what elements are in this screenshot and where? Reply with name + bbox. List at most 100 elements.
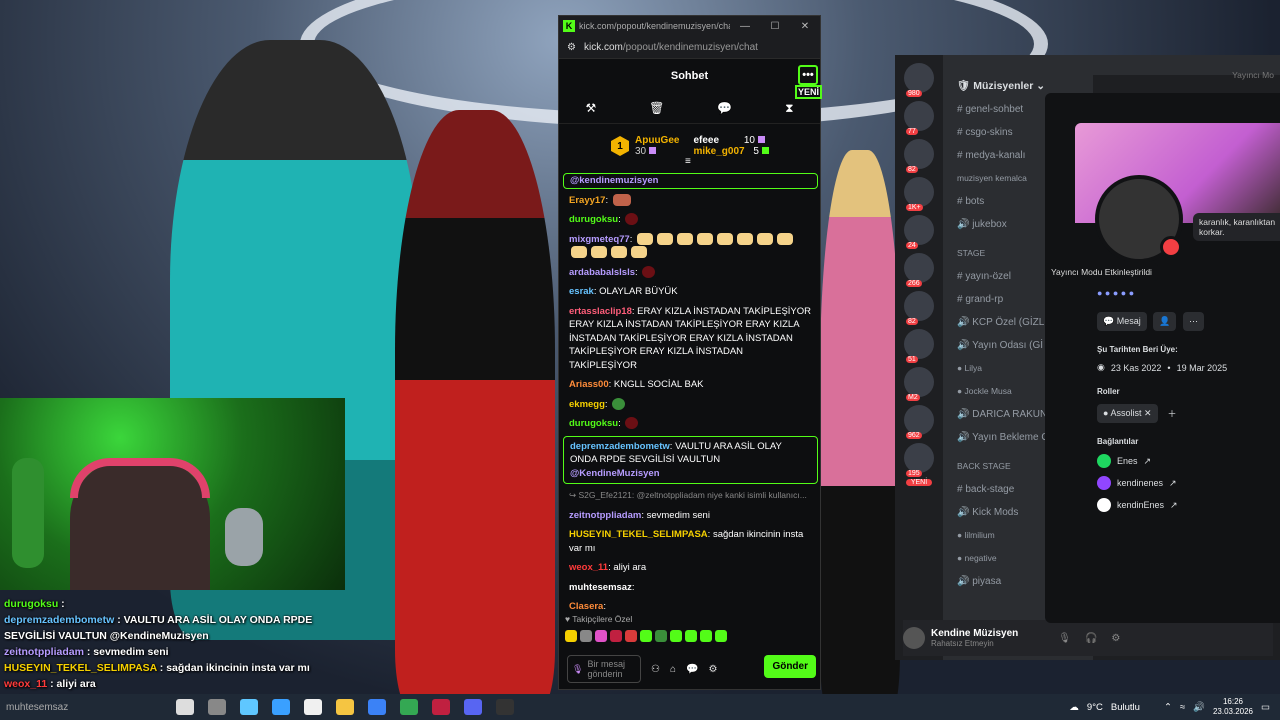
chat-username[interactable]: weox_11 xyxy=(569,562,608,573)
headphones-icon[interactable]: 🎧 xyxy=(1085,633,1097,644)
emote-icon[interactable] xyxy=(640,630,652,642)
emote-icon[interactable] xyxy=(642,265,656,278)
settings-gear-icon[interactable]: ⚙ xyxy=(708,664,717,675)
emote-icon[interactable] xyxy=(717,232,734,245)
chevron-up-icon[interactable]: ⌃ xyxy=(1164,702,1172,713)
emote-icon[interactable] xyxy=(685,630,697,642)
minimize-icon[interactable]: — xyxy=(730,21,760,32)
emote-icon[interactable] xyxy=(625,417,639,430)
gift-icon[interactable]: ⚇ xyxy=(651,664,660,675)
emote-icon[interactable] xyxy=(580,630,592,642)
emote-icon[interactable] xyxy=(655,630,667,642)
app-icon[interactable] xyxy=(432,699,450,715)
add-role-icon[interactable]: ＋ xyxy=(1168,407,1177,420)
store-icon[interactable]: ⌂ xyxy=(670,664,676,675)
chat-username[interactable]: ardababalslsls xyxy=(569,267,635,278)
emote-icon[interactable] xyxy=(700,630,712,642)
wifi-icon[interactable]: ≈ xyxy=(1180,702,1185,713)
microphone-icon[interactable]: 🎙 xyxy=(572,664,583,675)
server-icon[interactable]: 962 xyxy=(904,405,934,439)
chat-username[interactable]: Ariass00 xyxy=(569,379,609,390)
chat-username[interactable]: durugoksu xyxy=(569,418,618,429)
emote-icon[interactable] xyxy=(612,397,626,410)
avatar[interactable] xyxy=(903,627,925,649)
chat-username[interactable]: mixgmeteq77 xyxy=(569,234,630,245)
leader-name[interactable]: mike_g007 xyxy=(693,146,744,157)
server-icon[interactable]: M2 xyxy=(904,367,934,401)
volume-icon[interactable]: 🔊 xyxy=(1193,702,1205,713)
server-icon[interactable]: 77 xyxy=(904,101,934,135)
explorer-icon[interactable] xyxy=(336,699,354,715)
emote-icon[interactable] xyxy=(670,630,682,642)
role-pill[interactable]: ● Assolist ✕ xyxy=(1097,404,1158,423)
chat-username[interactable]: HUSEYIN_TEKEL_SELIMPASA xyxy=(569,529,708,540)
emote-icon[interactable] xyxy=(625,630,637,642)
chat-username[interactable]: zeitnotppliadam xyxy=(569,510,641,521)
emote-icon[interactable] xyxy=(777,232,794,245)
server-icon[interactable]: 1K+ xyxy=(904,177,934,211)
store-icon[interactable] xyxy=(304,699,322,715)
emote-icon[interactable] xyxy=(677,232,694,245)
connection-name[interactable]: Enes xyxy=(1117,456,1138,466)
leader-name[interactable]: efeee xyxy=(693,135,719,146)
chat-bubble-icon[interactable]: 💬 xyxy=(717,101,732,115)
discord-icon[interactable] xyxy=(464,699,482,715)
chat-username[interactable]: ekmegg xyxy=(569,399,605,410)
emote-icon[interactable] xyxy=(625,213,639,226)
emote-icon[interactable] xyxy=(657,232,674,245)
chat-username[interactable]: durugoksu xyxy=(569,214,618,225)
mic-icon[interactable]: 🎙 xyxy=(1058,633,1071,644)
server-icon[interactable]: 51 xyxy=(904,329,934,363)
mail-icon[interactable] xyxy=(368,699,386,715)
server-icon[interactable]: 82 xyxy=(904,139,934,173)
emote-icon[interactable] xyxy=(611,246,627,259)
emote-icon[interactable] xyxy=(591,246,607,259)
server-icon[interactable]: 266 xyxy=(904,253,934,287)
trash-icon[interactable]: 🗑 xyxy=(649,101,664,115)
emote-icon[interactable] xyxy=(631,246,647,259)
emote-icon[interactable] xyxy=(565,630,577,642)
chat-username[interactable]: Clasera xyxy=(569,601,603,611)
search-icon[interactable] xyxy=(176,699,194,715)
maximize-icon[interactable]: ☐ xyxy=(760,21,790,32)
emote-icon[interactable] xyxy=(637,232,654,245)
emote-icon[interactable] xyxy=(737,232,754,245)
message-input[interactable]: 🎙 Bir mesaj gönderin xyxy=(567,655,641,683)
message-button[interactable]: 💬 Mesaj xyxy=(1097,312,1147,331)
emote-icon[interactable] xyxy=(610,630,622,642)
weather-text[interactable]: Bulutlu xyxy=(1111,702,1140,713)
reply-preview[interactable]: ↪ S2G_Efe2121: @zeltnotppliadam niye kan… xyxy=(559,486,822,506)
edge-icon[interactable] xyxy=(272,699,290,715)
close-icon[interactable]: ✕ xyxy=(790,21,820,32)
chrome-icon[interactable] xyxy=(400,699,418,715)
send-button[interactable]: Gönder xyxy=(764,655,816,678)
connection-item[interactable]: kendinenes ↗ xyxy=(1097,476,1277,490)
connection-item[interactable]: kendinEnes ↗ xyxy=(1097,498,1277,512)
site-settings-icon[interactable]: ⚙ xyxy=(567,42,576,53)
collapse-chevron-icon[interactable]: ≡ xyxy=(685,156,691,167)
weather-temp[interactable]: 9°C xyxy=(1087,702,1103,713)
chat-username[interactable]: esrak xyxy=(569,286,594,297)
address-bar[interactable]: ⚙ kick.com/popout/kendinemuzisyen/chat xyxy=(559,36,820,59)
leader-name[interactable]: ApuuGee xyxy=(635,135,679,146)
emote-icon[interactable] xyxy=(757,232,774,245)
emote-icon[interactable] xyxy=(697,232,714,245)
server-icon[interactable]: 82 xyxy=(904,291,934,325)
emote-icon[interactable] xyxy=(715,630,727,642)
chat-mention[interactable]: @KendineMuzisyen xyxy=(570,468,660,479)
clock[interactable]: 16:26 23.03.2026 xyxy=(1213,697,1253,717)
hourglass-icon[interactable]: ⧗ xyxy=(785,101,793,116)
weather-icon[interactable]: ☁ xyxy=(1069,702,1079,713)
server-icon[interactable]: 195 xyxy=(904,443,934,477)
emote-icon[interactable] xyxy=(595,630,607,642)
server-icon[interactable]: 24 xyxy=(904,215,934,249)
server-icon[interactable]: 980 xyxy=(904,63,934,97)
connection-name[interactable]: kendinenes xyxy=(1117,478,1163,488)
chat-bubble-icon[interactable]: 💬 xyxy=(686,664,698,675)
copilot-icon[interactable] xyxy=(240,699,258,715)
chat-username[interactable]: depremzadembometw xyxy=(570,441,670,452)
chat-username[interactable]: muhtesemsaz xyxy=(569,582,632,593)
more-dots-icon[interactable]: ••• xyxy=(798,65,818,85)
connection-item[interactable]: Enes ↗ xyxy=(1097,454,1277,468)
chat-username[interactable]: ertasslaclip18 xyxy=(569,306,632,317)
